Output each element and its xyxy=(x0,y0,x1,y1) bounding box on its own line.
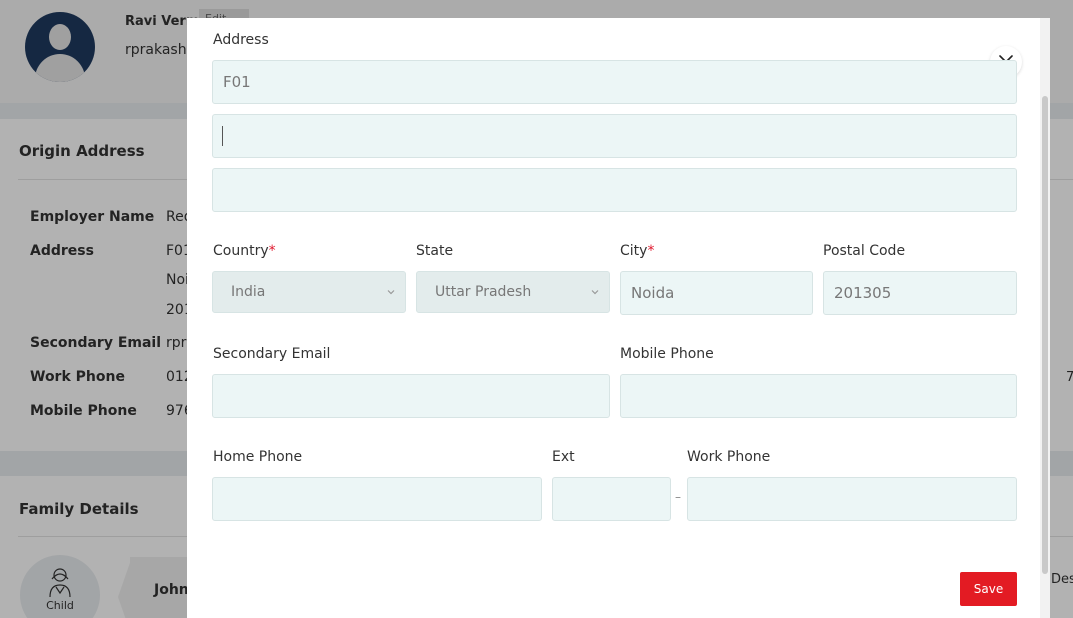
save-button[interactable]: Save xyxy=(960,572,1017,606)
state-label: State xyxy=(416,243,454,259)
city-label: City* xyxy=(620,243,655,259)
address-line2-input[interactable] xyxy=(212,114,1017,158)
country-select[interactable]: India xyxy=(212,271,406,313)
chevron-down-icon xyxy=(387,290,395,295)
work-phone-input[interactable] xyxy=(687,477,1017,521)
home-phone-input[interactable] xyxy=(212,477,542,521)
ext-label: Ext xyxy=(552,449,575,465)
postal-code-input[interactable]: 201305 xyxy=(823,271,1017,315)
city-input[interactable]: Noida xyxy=(620,271,813,315)
chevron-down-icon xyxy=(591,290,599,295)
secondary-email-input[interactable] xyxy=(212,374,610,418)
secondary-email-label: Secondary Email xyxy=(213,346,331,362)
address-line1-input[interactable]: F01 xyxy=(212,60,1017,104)
mobile-phone-label: Mobile Phone xyxy=(620,346,714,362)
modal-scrollbar-thumb[interactable] xyxy=(1042,96,1048,574)
state-select-value: Uttar Pradesh xyxy=(435,284,532,300)
edit-address-modal xyxy=(187,18,1050,618)
address-label: Address xyxy=(213,32,269,48)
work-phone-label: Work Phone xyxy=(687,449,771,465)
address-line3-input[interactable] xyxy=(212,168,1017,212)
home-phone-label: Home Phone xyxy=(213,449,303,465)
ext-input[interactable] xyxy=(552,477,671,521)
country-label: Country* xyxy=(213,243,276,259)
mobile-phone-input[interactable] xyxy=(620,374,1017,418)
state-select[interactable]: Uttar Pradesh xyxy=(416,271,610,313)
postal-code-label: Postal Code xyxy=(823,243,906,259)
ext-separator: – xyxy=(675,490,681,504)
text-cursor xyxy=(222,126,223,146)
country-select-value: India xyxy=(231,284,266,300)
